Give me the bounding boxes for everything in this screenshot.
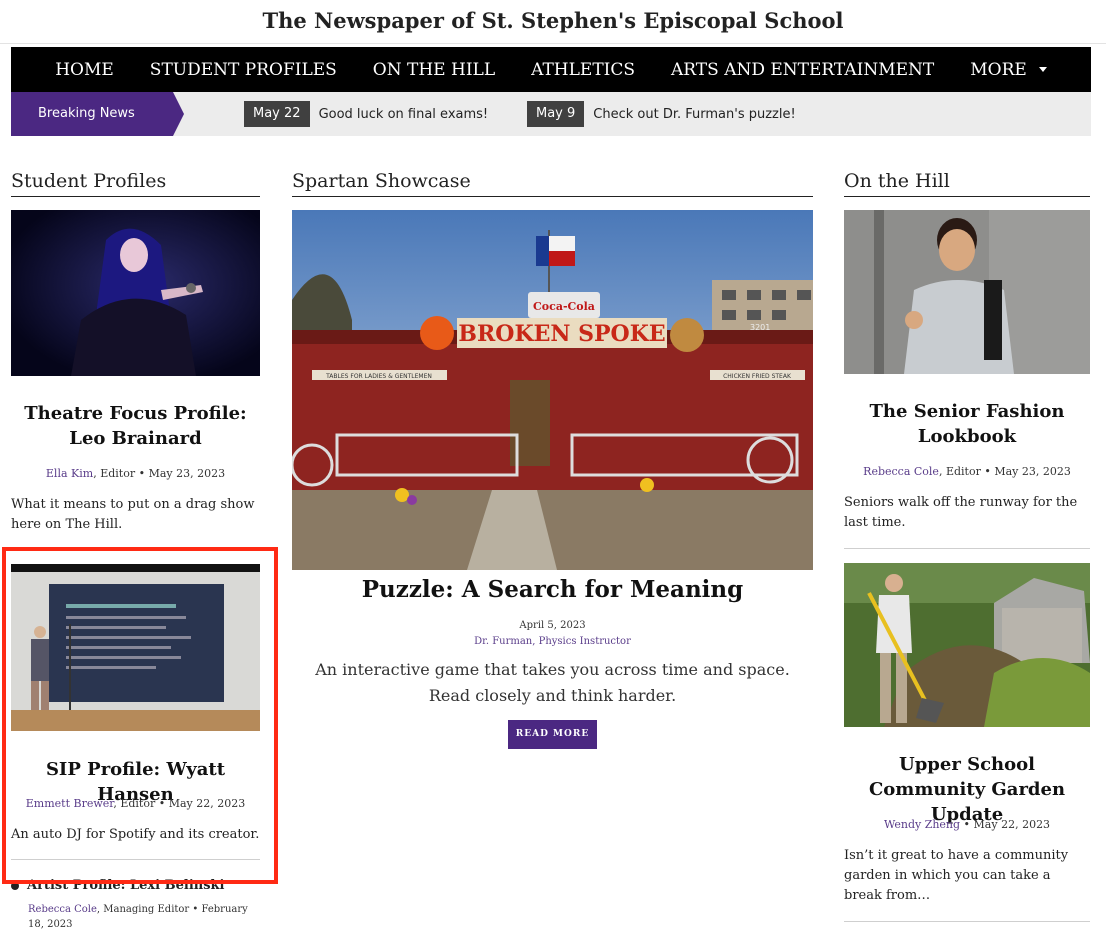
section-heading-on-the-hill[interactable]: On the Hill (844, 170, 1090, 197)
article-excerpt: Isn’t it great to have a community garde… (844, 848, 1069, 903)
section-heading-spartan-showcase[interactable]: Spartan Showcase (292, 170, 813, 197)
article-divider (11, 859, 260, 860)
bullet-icon (11, 881, 19, 890)
author-link[interactable]: Wendy Zheng (884, 818, 960, 831)
article-byline: Ella Kim, Editor • May 23, 2023 (11, 467, 260, 480)
garden-photo-illustration (844, 563, 1090, 727)
article-byline: Emmett Brewer, Editor • May 22, 2023 (11, 797, 260, 810)
featured-article-title[interactable]: Puzzle: A Search for Meaning (292, 576, 813, 603)
article-image-theatre[interactable] (11, 210, 260, 376)
list-item-title[interactable]: Artist Profile: Lexi Belinski (27, 878, 225, 893)
article-divider (844, 921, 1090, 922)
nav-arts-and-entertainment[interactable]: ARTS AND ENTERTAINMENT (671, 60, 934, 80)
caret-down-icon (1038, 67, 1047, 72)
nav-student-profiles[interactable]: STUDENT PROFILES (150, 60, 337, 80)
article-excerpt: Seniors walk off the runway for the last… (844, 495, 1078, 530)
broken-spoke-sign: BROKEN SPOKE (458, 321, 665, 347)
byline-meta: , Editor • May 23, 2023 (938, 465, 1071, 478)
breaking-news-arrow (173, 92, 184, 136)
breaking-news-bar: Breaking News May 22 Good luck on final … (11, 92, 1091, 136)
article-byline: Rebecca Cole, Editor • May 23, 2023 (844, 465, 1090, 478)
author-link[interactable]: Ella Kim (46, 467, 93, 480)
site-title[interactable]: The Newspaper of St. Stephen's Episcopal… (0, 0, 1106, 44)
theatre-photo-illustration (11, 210, 260, 376)
ticker-text: Check out Dr. Furman's puzzle! (593, 106, 796, 122)
featured-article-date: April 5, 2023 (519, 620, 586, 631)
broken-spoke-illustration: Coca-Cola BROKEN SPOKE 3201 TABLES FOR L… (292, 210, 813, 570)
nav-more[interactable]: MORE (970, 60, 1047, 80)
article-excerpt: An auto DJ for Spotify and its creator. (11, 827, 260, 842)
byline-meta: , Editor • May 22, 2023 (113, 797, 246, 810)
header-divider (0, 43, 1106, 44)
ticker-text: Good luck on final exams! (318, 106, 489, 122)
author-link[interactable]: Rebecca Cole (28, 904, 97, 915)
section-heading-student-profiles[interactable]: Student Profiles (11, 170, 260, 197)
nav-more-label: MORE (970, 59, 1027, 80)
byline-role: , Physics Instructor (532, 636, 631, 647)
article-byline: Wendy Zheng • May 22, 2023 (844, 818, 1090, 831)
author-link[interactable]: Dr. Furman (474, 636, 532, 647)
banner-steak-sign: CHICKEN FRIED STEAK (723, 373, 792, 380)
breaking-news-label: Breaking News (11, 92, 173, 136)
article-divider (844, 548, 1090, 549)
article-image-fashion[interactable] (844, 210, 1090, 374)
article-image-sip[interactable] (11, 564, 260, 731)
author-link[interactable]: Rebecca Cole (863, 465, 939, 478)
featured-article-excerpt: An interactive game that takes you acros… (315, 660, 790, 705)
ticker-date: May 22 (244, 101, 310, 127)
article-title[interactable]: The Senior Fashion Lookbook (844, 399, 1090, 449)
article-title[interactable]: Theatre Focus Profile: Leo Brainard (11, 401, 260, 451)
featured-article-byline: Dr. Furman, Physics Instructor (292, 636, 813, 647)
coca-cola-sign: Coca-Cola (533, 300, 595, 313)
fashion-photo-illustration (844, 210, 1090, 374)
nav-home[interactable]: HOME (55, 60, 114, 80)
list-item-byline: Rebecca Cole, Managing Editor • February… (28, 902, 263, 932)
main-nav: HOME STUDENT PROFILES ON THE HILL ATHLET… (11, 47, 1091, 92)
featured-image-broken-spoke[interactable]: Coca-Cola BROKEN SPOKE 3201 TABLES FOR L… (292, 210, 813, 570)
byline-meta: , Editor • May 23, 2023 (93, 467, 226, 480)
article-excerpt: What it means to put on a drag show here… (11, 497, 255, 532)
nav-on-the-hill[interactable]: ON THE HILL (373, 60, 495, 80)
sip-photo-illustration (11, 564, 260, 731)
ticker-item[interactable]: May 9 Check out Dr. Furman's puzzle! (527, 101, 796, 127)
article-image-garden[interactable] (844, 563, 1090, 727)
banner-tables-sign: TABLES FOR LADIES & GENTLEMEN (325, 373, 432, 380)
read-more-button[interactable]: READ MORE (508, 720, 597, 749)
building-number: 3201 (750, 323, 770, 332)
article-title[interactable]: Upper School Community Garden Update (844, 752, 1090, 827)
byline-meta: • May 22, 2023 (960, 818, 1051, 831)
ticker-item[interactable]: May 22 Good luck on final exams! (244, 101, 488, 127)
ticker-date: May 9 (527, 101, 585, 127)
author-link[interactable]: Emmett Brewer (26, 797, 114, 810)
nav-athletics[interactable]: ATHLETICS (531, 60, 635, 80)
list-item[interactable]: Artist Profile: Lexi Belinski (11, 878, 225, 893)
